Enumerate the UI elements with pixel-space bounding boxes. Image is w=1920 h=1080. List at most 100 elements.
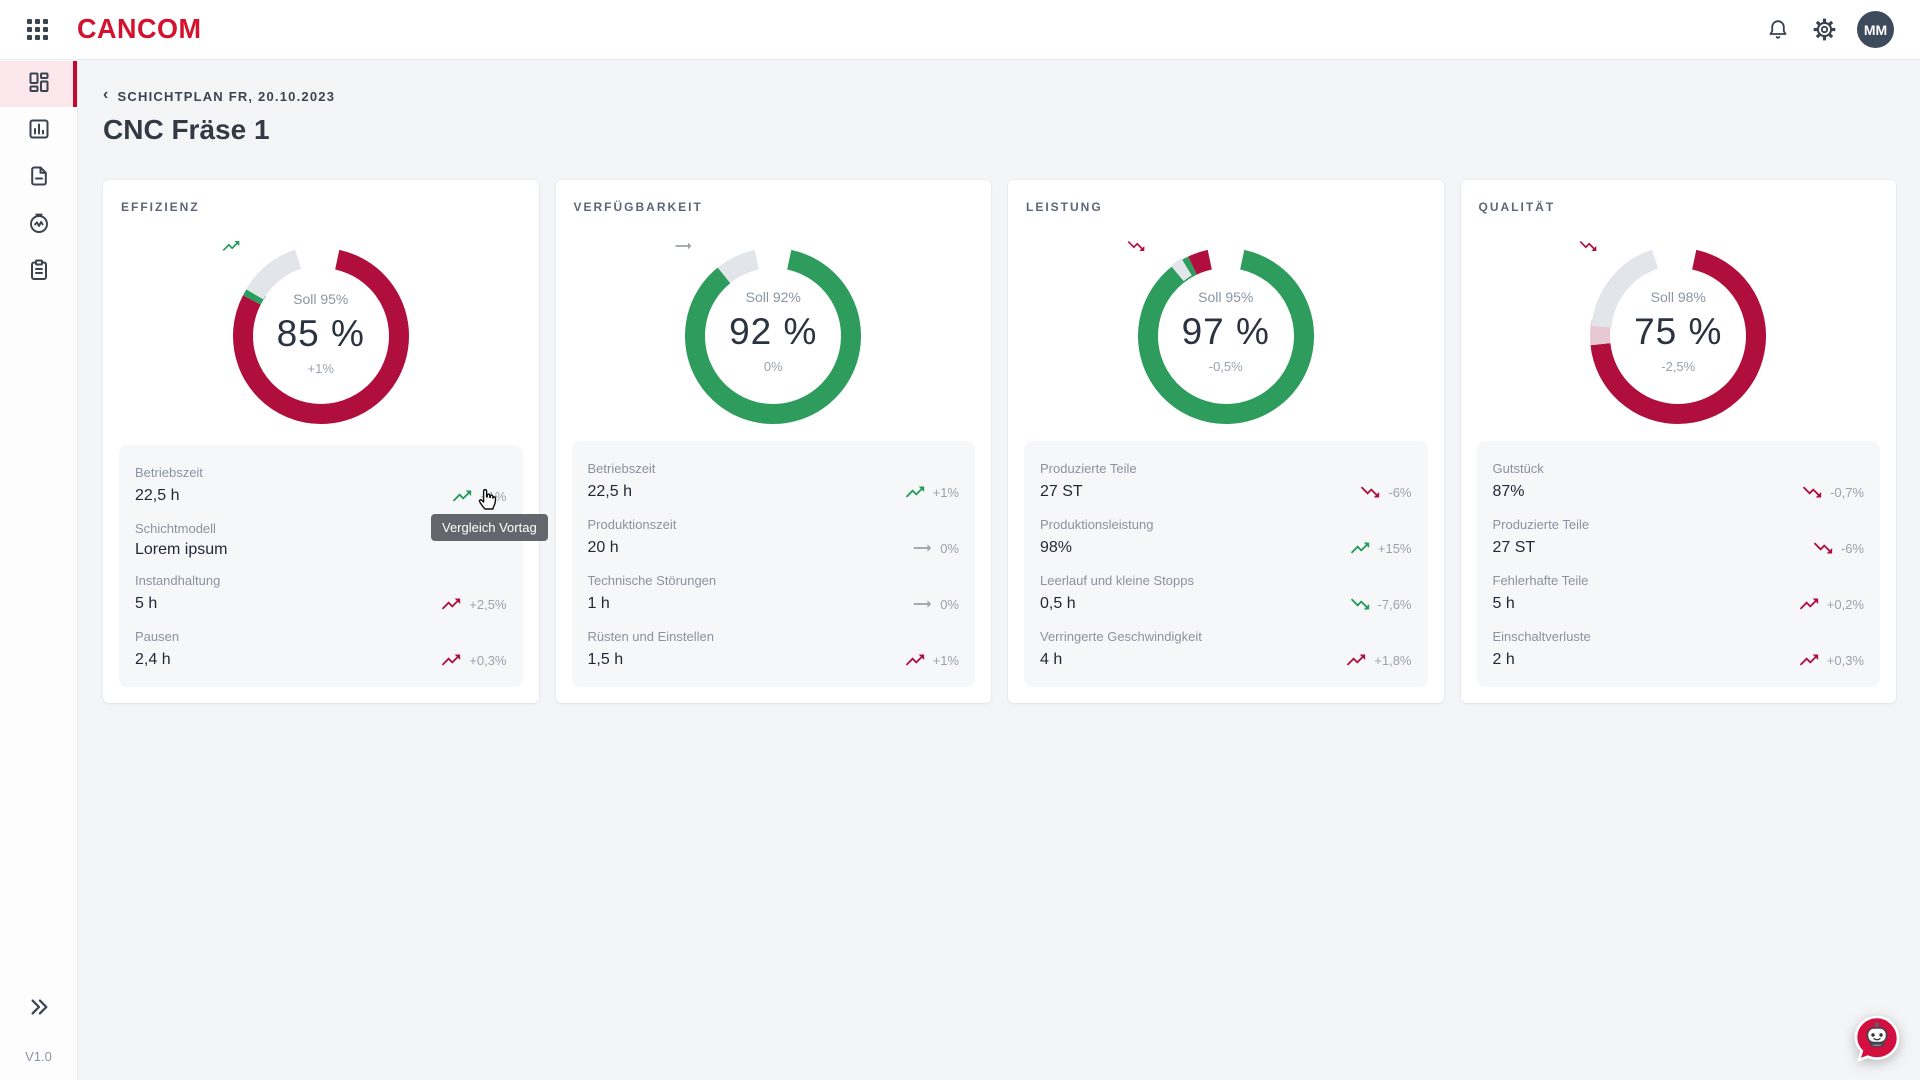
metric-row: Produzierte Teile 27 ST -6% [1040,461,1412,503]
metric-value: 4 h [1040,651,1062,669]
metric-delta: -7,6% [1378,597,1412,612]
card-title: VERFÜGBARKEIT [572,196,976,214]
trend-down-icon [1126,236,1146,256]
user-avatar[interactable]: MM [1857,11,1894,48]
metric-trend[interactable]: 0% [911,537,959,559]
gauge-wrap: Soll 95% 97 % -0,5% [1126,236,1326,427]
metric-delta: 0% [940,541,959,556]
metric-trend[interactable]: -0,7% [1801,481,1864,503]
metric-label: Gutstück [1493,461,1865,476]
metric-trend[interactable]: +0,3% [1798,649,1864,671]
metric-trend[interactable]: +1,8% [1345,649,1411,671]
trend-down-icon [1801,481,1823,503]
app-grid-icon[interactable] [27,19,49,41]
version-label: V1.0 [25,1049,52,1064]
trend-up-icon [1345,649,1367,671]
metric-trend[interactable]: -6% [1359,481,1411,503]
trend-up-icon [440,649,462,671]
gauge-trend: -0,5% [1209,359,1243,374]
cancom-logo: CANCOM [77,14,202,46]
metric-label: Betriebszeit [588,461,960,476]
breadcrumb-back-link[interactable]: ‹ SCHICHTPLAN FR, 20.10.2023 [103,88,1896,104]
sidebar-item-orders[interactable] [0,249,77,295]
metric-row: Pausen 2,4 h +0,3% [135,629,507,671]
sidebar-item-analytics[interactable] [0,108,77,154]
trend-up-icon [451,485,473,507]
chevron-left-icon: ‹ [103,87,110,103]
trend-up-icon [221,236,241,256]
settings-gear-icon[interactable] [1811,17,1837,43]
sidebar-item-documents[interactable] [0,155,77,201]
trend-flat-icon [673,236,693,256]
metric-trend[interactable]: +1% [904,481,959,503]
trend-up-icon [1798,593,1820,615]
metric-row: Einschaltverluste 2 h +0,3% [1493,629,1865,671]
top-bar: CANCOM MM [0,0,1920,60]
metric-row: Rüsten und Einstellen 1,5 h +1% [588,629,960,671]
metric-delta: -6% [1841,541,1864,556]
card-title: LEISTUNG [1024,196,1428,214]
metric-row: Gutstück 87% -0,7% [1493,461,1865,503]
sidebar-expand-icon[interactable] [28,996,50,1023]
metric-trend[interactable]: +0,3% [440,649,506,671]
metric-label: Einschaltverluste [1493,629,1865,644]
metric-label: Technische Störungen [588,573,960,588]
metric-delta: +1,8% [1374,653,1411,668]
sidebar: V1.0 [0,60,78,1080]
dashboard-icon [27,70,51,99]
metrics-panel: Betriebszeit 22,5 h +1% Produktionszeit … [572,441,976,687]
metric-row: Produzierte Teile 27 ST -6% [1493,517,1865,559]
sidebar-item-machine-monitor[interactable] [0,202,77,248]
metric-delta: 0% [940,597,959,612]
metric-value: 2 h [1493,651,1515,669]
metric-label: Produktionszeit [588,517,960,532]
metric-delta: +15% [1378,541,1412,556]
metric-delta: +1% [933,653,959,668]
trend-up-icon [1798,649,1820,671]
metric-value: 5 h [1493,595,1515,613]
card-title: EFFIZIENZ [119,196,523,214]
gauge-trend: -2,5% [1661,359,1695,374]
trend-down-icon [1359,481,1381,503]
breadcrumb-label: SCHICHTPLAN FR, 20.10.2023 [118,89,336,104]
gauge-trend: +1% [308,361,334,376]
gauge-soll-label: Soll 92% [746,289,801,305]
trend-up-icon [904,481,926,503]
gauge-wrap: Soll 95% 85 % +1% [221,236,421,431]
metric-delta: +0,3% [469,653,506,668]
trend-down-icon [1349,593,1371,615]
metric-trend[interactable]: +0,2% [1798,593,1864,615]
metric-label: Leerlauf und kleine Stopps [1040,573,1412,588]
trend-up-icon [440,593,462,615]
chatbot-launcher-button[interactable] [1852,1014,1902,1064]
metric-label: Rüsten und Einstellen [588,629,960,644]
metric-value: 5 h [135,595,157,613]
metric-row: Betriebszeit 22,5 h +1% [588,461,960,503]
metric-row: Fehlerhafte Teile 5 h +0,2% [1493,573,1865,615]
notifications-bell-icon[interactable] [1765,17,1791,43]
metric-row: Produktionsleistung 98% +15% [1040,517,1412,559]
metric-delta: +1% [480,489,506,504]
sidebar-item-dashboard[interactable] [0,61,77,107]
metric-trend[interactable]: +2,5% [440,593,506,615]
metric-trend[interactable]: 0% [911,593,959,615]
metric-trend[interactable]: +15% [1349,537,1412,559]
metric-value: 98% [1040,539,1072,557]
gauge-delta: +1% [308,361,334,376]
trend-up-icon [1349,537,1371,559]
metric-delta: -0,7% [1830,485,1864,500]
gauge-wrap: Soll 98% 75 % -2,5% [1578,236,1778,427]
metric-delta: +2,5% [469,597,506,612]
metric-trend[interactable]: -7,6% [1349,593,1412,615]
metric-trend[interactable]: +1% [904,649,959,671]
metrics-panel: Produzierte Teile 27 ST -6% Produktionsl… [1024,441,1428,687]
metric-value: 87% [1493,483,1525,501]
metric-value: 27 ST [1040,483,1083,501]
metric-value: 22,5 h [135,487,179,505]
metric-row: Betriebszeit 22,5 h +1% [135,465,507,507]
metric-trend[interactable]: +1% [451,485,506,507]
gauge-soll-label: Soll 95% [293,291,348,307]
metric-label: Produzierte Teile [1040,461,1412,476]
metric-trend[interactable]: -6% [1812,537,1864,559]
metric-row: Technische Störungen 1 h 0% [588,573,960,615]
